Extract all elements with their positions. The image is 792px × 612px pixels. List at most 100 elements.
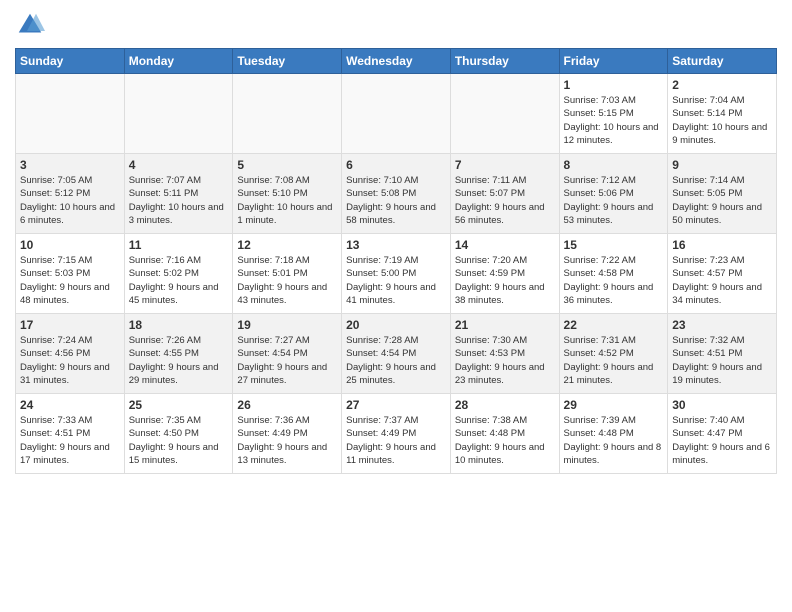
weekday-row: SundayMondayTuesdayWednesdayThursdayFrid… — [16, 49, 777, 74]
weekday-header: Saturday — [668, 49, 777, 74]
cell-details: Sunrise: 7:05 AMSunset: 5:12 PMDaylight:… — [20, 174, 120, 227]
calendar-cell: 19Sunrise: 7:27 AMSunset: 4:54 PMDayligh… — [233, 314, 342, 394]
calendar-table: SundayMondayTuesdayWednesdayThursdayFrid… — [15, 48, 777, 474]
day-number: 12 — [237, 238, 337, 252]
calendar-cell: 9 Sunrise: 7:14 AMSunset: 5:05 PMDaylight… — [668, 154, 777, 234]
cell-details: Sunrise: 7:36 AMSunset: 4:49 PMDaylight:… — [237, 414, 337, 467]
weekday-header: Sunday — [16, 49, 125, 74]
cell-details: Sunrise: 7:07 AMSunset: 5:11 PMDaylight:… — [129, 174, 229, 227]
calendar-cell: 7Sunrise: 7:11 AMSunset: 5:07 PMDaylight… — [450, 154, 559, 234]
calendar-row: 24 Sunrise: 7:33 AMSunset: 4:51 PMDayligh… — [16, 394, 777, 474]
calendar-cell: 20 Sunrise: 7:28 AMSunset: 4:54 PMDayligh… — [342, 314, 451, 394]
weekday-header: Thursday — [450, 49, 559, 74]
day-number: 22 — [564, 318, 664, 332]
calendar-cell: 6 Sunrise: 7:10 AMSunset: 5:08 PMDaylight… — [342, 154, 451, 234]
logo — [15, 10, 49, 40]
cell-details: Sunrise: 7:10 AMSunset: 5:08 PMDaylight:… — [346, 174, 446, 227]
calendar-cell: 26 Sunrise: 7:36 AMSunset: 4:49 PMDayligh… — [233, 394, 342, 474]
calendar-cell — [233, 74, 342, 154]
calendar-cell: 3 Sunrise: 7:05 AMSunset: 5:12 PMDaylight… — [16, 154, 125, 234]
cell-details: Sunrise: 7:38 AMSunset: 4:48 PMDaylight:… — [455, 414, 555, 467]
calendar-cell: 5Sunrise: 7:08 AMSunset: 5:10 PMDaylight… — [233, 154, 342, 234]
calendar-row: 3 Sunrise: 7:05 AMSunset: 5:12 PMDaylight… — [16, 154, 777, 234]
day-number: 15 — [564, 238, 664, 252]
calendar-row: 10Sunrise: 7:15 AMSunset: 5:03 PMDayligh… — [16, 234, 777, 314]
calendar-cell — [450, 74, 559, 154]
cell-details: Sunrise: 7:14 AMSunset: 5:05 PMDaylight:… — [672, 174, 772, 227]
calendar-row: 17Sunrise: 7:24 AMSunset: 4:56 PMDayligh… — [16, 314, 777, 394]
day-number: 26 — [237, 398, 337, 412]
cell-details: Sunrise: 7:37 AMSunset: 4:49 PMDaylight:… — [346, 414, 446, 467]
calendar-cell: 16Sunrise: 7:23 AMSunset: 4:57 PMDayligh… — [668, 234, 777, 314]
cell-details: Sunrise: 7:11 AMSunset: 5:07 PMDaylight:… — [455, 174, 555, 227]
cell-details: Sunrise: 7:28 AMSunset: 4:54 PMDaylight:… — [346, 334, 446, 387]
cell-details: Sunrise: 7:35 AMSunset: 4:50 PMDaylight:… — [129, 414, 229, 467]
day-number: 10 — [20, 238, 120, 252]
cell-details: Sunrise: 7:39 AMSunset: 4:48 PMDaylight:… — [564, 414, 664, 467]
cell-details: Sunrise: 7:04 AMSunset: 5:14 PMDaylight:… — [672, 94, 772, 147]
weekday-header: Wednesday — [342, 49, 451, 74]
day-number: 8 — [564, 158, 664, 172]
cell-details: Sunrise: 7:33 AMSunset: 4:51 PMDaylight:… — [20, 414, 120, 467]
calendar-cell: 21 Sunrise: 7:30 AMSunset: 4:53 PMDayligh… — [450, 314, 559, 394]
cell-details: Sunrise: 7:26 AMSunset: 4:55 PMDaylight:… — [129, 334, 229, 387]
day-number: 27 — [346, 398, 446, 412]
calendar-cell: 28Sunrise: 7:38 AMSunset: 4:48 PMDayligh… — [450, 394, 559, 474]
page-header — [15, 10, 777, 40]
day-number: 29 — [564, 398, 664, 412]
weekday-header: Tuesday — [233, 49, 342, 74]
cell-details: Sunrise: 7:19 AMSunset: 5:00 PMDaylight:… — [346, 254, 446, 307]
page-container: SundayMondayTuesdayWednesdayThursdayFrid… — [0, 0, 792, 479]
day-number: 4 — [129, 158, 229, 172]
calendar-cell: 25 Sunrise: 7:35 AMSunset: 4:50 PMDayligh… — [124, 394, 233, 474]
calendar-cell: 23Sunrise: 7:32 AMSunset: 4:51 PMDayligh… — [668, 314, 777, 394]
logo-icon — [15, 10, 45, 40]
cell-details: Sunrise: 7:22 AMSunset: 4:58 PMDaylight:… — [564, 254, 664, 307]
cell-details: Sunrise: 7:20 AMSunset: 4:59 PMDaylight:… — [455, 254, 555, 307]
cell-details: Sunrise: 7:30 AMSunset: 4:53 PMDaylight:… — [455, 334, 555, 387]
day-number: 21 — [455, 318, 555, 332]
day-number: 2 — [672, 78, 772, 92]
calendar-cell: 10Sunrise: 7:15 AMSunset: 5:03 PMDayligh… — [16, 234, 125, 314]
calendar-row: 1 Sunrise: 7:03 AMSunset: 5:15 PMDaylight… — [16, 74, 777, 154]
day-number: 17 — [20, 318, 120, 332]
calendar-cell — [342, 74, 451, 154]
calendar-cell — [16, 74, 125, 154]
calendar-cell — [124, 74, 233, 154]
cell-details: Sunrise: 7:31 AMSunset: 4:52 PMDaylight:… — [564, 334, 664, 387]
day-number: 20 — [346, 318, 446, 332]
cell-details: Sunrise: 7:08 AMSunset: 5:10 PMDaylight:… — [237, 174, 337, 227]
day-number: 1 — [564, 78, 664, 92]
day-number: 16 — [672, 238, 772, 252]
cell-details: Sunrise: 7:27 AMSunset: 4:54 PMDaylight:… — [237, 334, 337, 387]
day-number: 18 — [129, 318, 229, 332]
cell-details: Sunrise: 7:40 AMSunset: 4:47 PMDaylight:… — [672, 414, 772, 467]
calendar-cell: 8 Sunrise: 7:12 AMSunset: 5:06 PMDaylight… — [559, 154, 668, 234]
day-number: 11 — [129, 238, 229, 252]
cell-details: Sunrise: 7:12 AMSunset: 5:06 PMDaylight:… — [564, 174, 664, 227]
calendar-cell: 17Sunrise: 7:24 AMSunset: 4:56 PMDayligh… — [16, 314, 125, 394]
calendar-cell: 18 Sunrise: 7:26 AMSunset: 4:55 PMDayligh… — [124, 314, 233, 394]
cell-details: Sunrise: 7:03 AMSunset: 5:15 PMDaylight:… — [564, 94, 664, 147]
day-number: 30 — [672, 398, 772, 412]
weekday-header: Friday — [559, 49, 668, 74]
calendar-cell: 14 Sunrise: 7:20 AMSunset: 4:59 PMDayligh… — [450, 234, 559, 314]
calendar-cell: 22 Sunrise: 7:31 AMSunset: 4:52 PMDayligh… — [559, 314, 668, 394]
calendar-cell: 27 Sunrise: 7:37 AMSunset: 4:49 PMDayligh… — [342, 394, 451, 474]
day-number: 13 — [346, 238, 446, 252]
day-number: 6 — [346, 158, 446, 172]
calendar-cell: 15 Sunrise: 7:22 AMSunset: 4:58 PMDayligh… — [559, 234, 668, 314]
calendar-cell: 12 Sunrise: 7:18 AMSunset: 5:01 PMDayligh… — [233, 234, 342, 314]
calendar-cell: 1 Sunrise: 7:03 AMSunset: 5:15 PMDaylight… — [559, 74, 668, 154]
calendar-cell: 13 Sunrise: 7:19 AMSunset: 5:00 PMDayligh… — [342, 234, 451, 314]
calendar-body: 1 Sunrise: 7:03 AMSunset: 5:15 PMDaylight… — [16, 74, 777, 474]
day-number: 24 — [20, 398, 120, 412]
day-number: 25 — [129, 398, 229, 412]
cell-details: Sunrise: 7:16 AMSunset: 5:02 PMDaylight:… — [129, 254, 229, 307]
day-number: 14 — [455, 238, 555, 252]
day-number: 3 — [20, 158, 120, 172]
calendar-cell: 24 Sunrise: 7:33 AMSunset: 4:51 PMDayligh… — [16, 394, 125, 474]
cell-details: Sunrise: 7:18 AMSunset: 5:01 PMDaylight:… — [237, 254, 337, 307]
calendar-cell: 11 Sunrise: 7:16 AMSunset: 5:02 PMDayligh… — [124, 234, 233, 314]
day-number: 9 — [672, 158, 772, 172]
